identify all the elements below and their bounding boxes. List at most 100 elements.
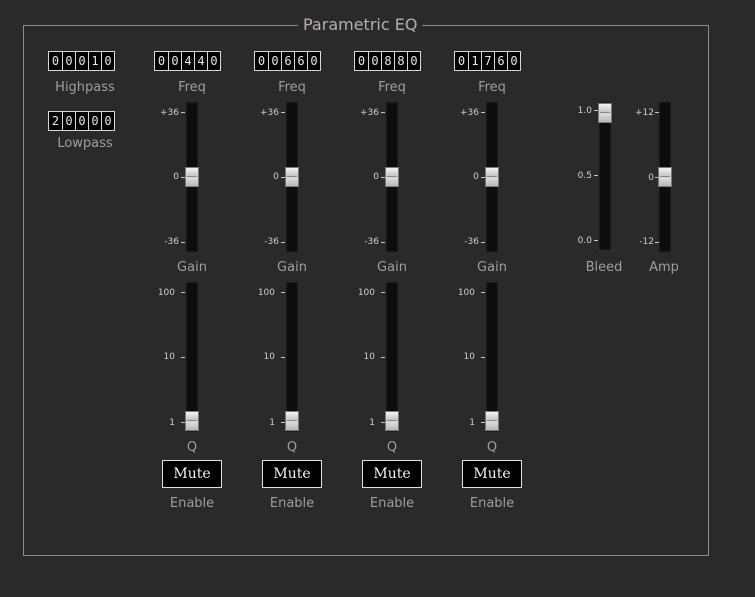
digit[interactable]: 1	[468, 52, 481, 70]
tick-mark	[281, 357, 285, 358]
enable-label: Enable	[469, 496, 515, 511]
gain-slider-thumb[interactable]	[485, 167, 499, 187]
digit[interactable]: 0	[255, 52, 268, 70]
q-tick-mid: 10	[363, 352, 375, 362]
digit[interactable]: 0	[507, 52, 520, 70]
digit[interactable]: 0	[268, 52, 281, 70]
amp-slider[interactable]	[658, 102, 672, 252]
mute-button[interactable]: Mute	[362, 460, 422, 488]
gain-slider[interactable]	[485, 102, 499, 252]
q-slider-thumb[interactable]	[485, 411, 499, 431]
digit[interactable]: 0	[62, 112, 75, 130]
digit[interactable]: 6	[494, 52, 507, 70]
digit[interactable]: 1	[88, 52, 101, 70]
q-slider[interactable]	[185, 282, 199, 432]
digit[interactable]: 6	[294, 52, 307, 70]
bleed-tick-mid: 0.5	[577, 171, 592, 181]
freq-spinner[interactable]: 0 0 6 6 0	[254, 51, 321, 71]
q-tick-top: 100	[157, 288, 175, 298]
gain-slider[interactable]	[185, 102, 199, 252]
q-label: Q	[486, 440, 498, 455]
q-tick-bottom: 1	[469, 418, 475, 428]
freq-label: Freq	[478, 80, 506, 95]
digit[interactable]: 4	[194, 52, 207, 70]
q-tick-bottom: 1	[169, 418, 175, 428]
freq-label: Freq	[378, 80, 406, 95]
q-slider[interactable]	[485, 282, 499, 432]
tick-mark	[481, 112, 485, 113]
gain-slider-thumb[interactable]	[185, 167, 199, 187]
bleed-tick-bottom: 0.0	[577, 236, 592, 246]
gain-slider-thumb[interactable]	[385, 167, 399, 187]
mute-button[interactable]: Mute	[462, 460, 522, 488]
digit[interactable]: 0	[407, 52, 420, 70]
digit[interactable]: 8	[381, 52, 394, 70]
digit[interactable]: 4	[181, 52, 194, 70]
digit[interactable]: 0	[207, 52, 220, 70]
gain-tick-mid: 0	[273, 172, 279, 182]
digit[interactable]: 0	[355, 52, 368, 70]
digit[interactable]: 7	[481, 52, 494, 70]
tick-mark	[594, 175, 598, 176]
amp-slider-thumb[interactable]	[658, 167, 672, 187]
mute-button[interactable]: Mute	[162, 460, 222, 488]
gain-slider[interactable]	[385, 102, 399, 252]
tick-mark	[281, 292, 285, 293]
bleed-slider-thumb[interactable]	[598, 103, 612, 123]
digit[interactable]: 8	[394, 52, 407, 70]
freq-spinner[interactable]: 0 0 8 8 0	[354, 51, 421, 71]
digit[interactable]: 0	[75, 112, 88, 130]
tick-mark	[181, 242, 185, 243]
gain-slider[interactable]	[285, 102, 299, 252]
gain-tick-top: +36	[360, 108, 379, 118]
digit[interactable]: 6	[281, 52, 294, 70]
q-label: Q	[386, 440, 398, 455]
tick-mark	[481, 292, 485, 293]
q-slider-thumb[interactable]	[385, 411, 399, 431]
q-slider-thumb[interactable]	[285, 411, 299, 431]
freq-spinner[interactable]: 0 1 7 6 0	[454, 51, 521, 71]
gain-tick-mid: 0	[473, 172, 479, 182]
highpass-spinner[interactable]: 0 0 0 1 0	[48, 51, 115, 71]
digit[interactable]: 0	[168, 52, 181, 70]
tick-mark	[594, 240, 598, 241]
q-tick-mid: 10	[263, 352, 275, 362]
bleed-slider[interactable]	[598, 102, 612, 250]
tick-mark	[381, 242, 385, 243]
bleed-tick-top: 1.0	[577, 106, 592, 116]
digit[interactable]: 0	[49, 52, 62, 70]
q-slider-thumb[interactable]	[185, 411, 199, 431]
q-tick-mid: 10	[163, 352, 175, 362]
freq-label: Freq	[178, 80, 206, 95]
q-slider[interactable]	[385, 282, 399, 432]
freq-spinner[interactable]: 0 0 4 4 0	[154, 51, 221, 71]
digit[interactable]: 2	[49, 112, 62, 130]
page-title: Parametric EQ	[298, 15, 423, 35]
digit[interactable]: 0	[75, 52, 88, 70]
q-slider[interactable]	[285, 282, 299, 432]
gain-tick-mid: 0	[173, 172, 179, 182]
gain-tick-top: +36	[260, 108, 279, 118]
gain-tick-top: +36	[160, 108, 179, 118]
gain-tick-bottom: -36	[164, 237, 179, 247]
gain-label: Gain	[477, 260, 507, 275]
tick-mark	[381, 292, 385, 293]
gain-tick-bottom: -36	[464, 237, 479, 247]
digit[interactable]: 0	[62, 52, 75, 70]
digit[interactable]: 0	[307, 52, 320, 70]
digit[interactable]: 0	[455, 52, 468, 70]
digit[interactable]: 0	[101, 112, 114, 130]
amp-tick-top: +12	[635, 108, 654, 118]
tick-mark	[281, 112, 285, 113]
tick-mark	[281, 242, 285, 243]
digit[interactable]: 0	[88, 112, 101, 130]
q-tick-top: 100	[457, 288, 475, 298]
q-tick-top: 100	[357, 288, 375, 298]
digit[interactable]: 0	[101, 52, 114, 70]
mute-button[interactable]: Mute	[262, 460, 322, 488]
gain-slider-thumb[interactable]	[285, 167, 299, 187]
q-tick-bottom: 1	[369, 418, 375, 428]
lowpass-spinner[interactable]: 2 0 0 0 0	[48, 111, 115, 131]
digit[interactable]: 0	[368, 52, 381, 70]
digit[interactable]: 0	[155, 52, 168, 70]
